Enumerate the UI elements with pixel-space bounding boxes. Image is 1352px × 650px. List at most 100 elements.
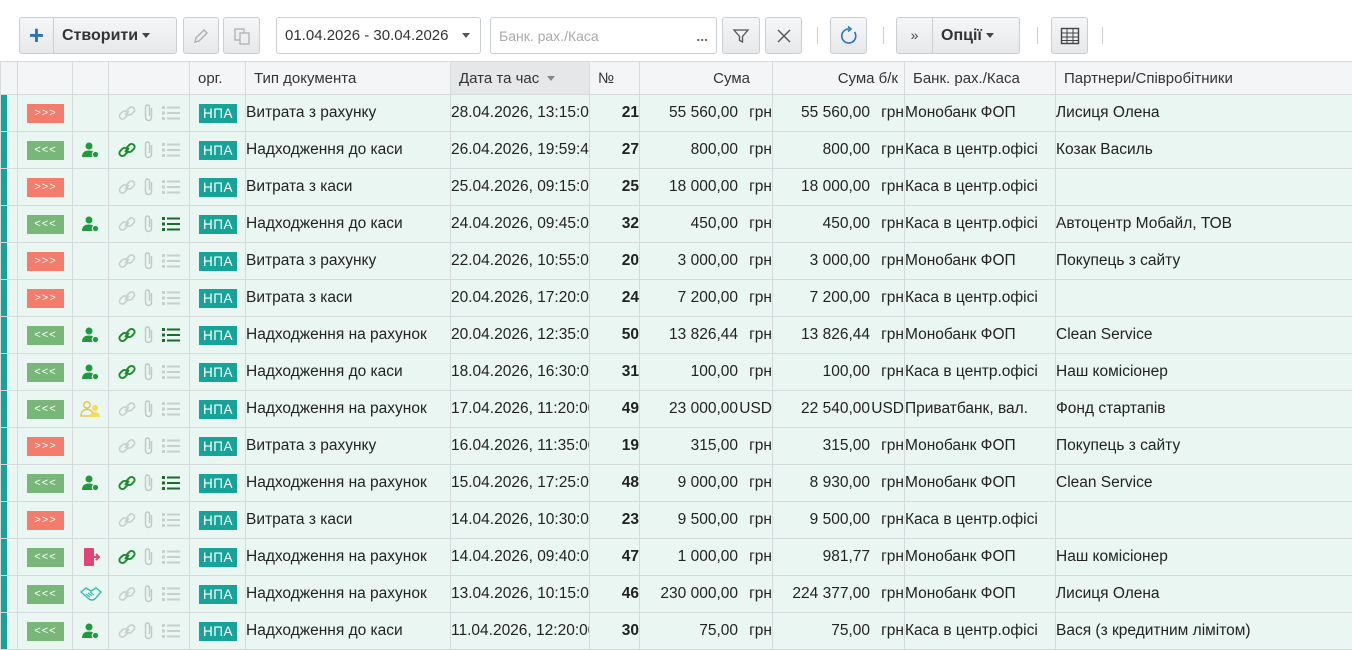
table-row[interactable]: >>>НПАВитрата з рахунку16.04.2026, 11:35… — [1, 428, 1352, 465]
col-person[interactable] — [73, 62, 109, 95]
person-cell — [73, 280, 109, 317]
col-account[interactable]: Банк. рах./Каса — [905, 62, 1056, 95]
table-row[interactable]: <<<НПАНадходження на рахунок13.04.2026, … — [1, 576, 1352, 613]
doc-number: 19 — [590, 428, 640, 465]
table-row[interactable]: >>>НПАВитрата з рахунку22.04.2026, 10:55… — [1, 243, 1352, 280]
person-icon — [81, 141, 101, 159]
date-range-select[interactable]: 01.04.2026 - 30.04.2026 — [276, 17, 481, 54]
amount-nocash-cell: 7 200,00грн — [773, 280, 905, 317]
direction-cell: <<< — [18, 613, 73, 650]
col-org[interactable]: орг. — [190, 62, 246, 95]
filter-button[interactable] — [722, 17, 760, 54]
table-row[interactable]: >>>НПАВитрата з каси20.04.2026, 17:20:00… — [1, 280, 1352, 317]
paperclip-icon — [143, 288, 155, 308]
org-badge: НПА — [199, 141, 237, 160]
row-indicator-bar — [1, 169, 7, 205]
doc-datetime: 26.04.2026, 19:59:42 — [451, 132, 590, 169]
chevron-down-icon — [142, 33, 150, 38]
direction-cell: >>> — [18, 95, 73, 132]
row-indicator-bar — [1, 391, 7, 427]
table-view-button[interactable] — [1051, 17, 1088, 54]
table-row[interactable]: >>>НПАВитрата з рахунку28.04.2026, 13:15… — [1, 95, 1352, 132]
amount-value: 9 500,00 — [678, 511, 738, 528]
amount-currency: грн — [738, 178, 772, 196]
flags-cell — [109, 539, 190, 576]
amount-currency: грн — [738, 252, 772, 270]
col-amount-nocash[interactable]: Сума б/к — [773, 62, 905, 95]
col-datetime[interactable]: Дата та час — [451, 62, 590, 95]
table-row[interactable]: <<<НПАНадходження до каси24.04.2026, 09:… — [1, 206, 1352, 243]
org-badge: НПА — [199, 363, 237, 382]
table-row[interactable]: <<<НПАНадходження до каси11.04.2026, 12:… — [1, 613, 1352, 650]
direction-badge: >>> — [27, 289, 64, 308]
direction-cell: <<< — [18, 132, 73, 169]
doc-datetime: 20.04.2026, 17:20:00 — [451, 280, 590, 317]
amount-nocash-value: 22 540,00 — [801, 400, 870, 417]
doc-number: 21 — [590, 95, 640, 132]
options-button[interactable]: » Опції — [896, 17, 1020, 54]
col-direction[interactable] — [18, 62, 73, 95]
col-number[interactable]: № — [590, 62, 640, 95]
table-row[interactable]: <<<НПАНадходження на рахунок17.04.2026, … — [1, 391, 1352, 428]
amount-nocash-value: 800,00 — [823, 141, 870, 158]
col-amount[interactable]: Сума — [640, 62, 773, 95]
doc-type: Витрата з каси — [246, 169, 451, 206]
table-row[interactable]: >>>НПАВитрата з каси25.04.2026, 09:15:00… — [1, 169, 1352, 206]
org-badge: НПА — [199, 511, 237, 530]
org-cell: НПА — [190, 280, 246, 317]
account-select[interactable]: Банк. рах./Каса ... — [490, 17, 717, 54]
create-label: Створити — [54, 27, 138, 45]
link-icon — [117, 436, 137, 456]
org-cell: НПА — [190, 206, 246, 243]
doc-number: 49 — [590, 391, 640, 428]
row-indicator — [1, 169, 18, 206]
amount-currency: грн — [738, 437, 772, 455]
direction-badge: >>> — [27, 437, 64, 456]
double-chevron-icon: » — [897, 18, 933, 53]
edit-button[interactable] — [183, 17, 219, 54]
account-browse[interactable]: ... — [696, 28, 708, 44]
flags-cell — [109, 576, 190, 613]
flags-cell — [109, 169, 190, 206]
table-row[interactable]: <<<НПАНадходження до каси26.04.2026, 19:… — [1, 132, 1352, 169]
link-icon — [117, 251, 137, 271]
paperclip-icon — [143, 547, 155, 567]
row-indicator — [1, 206, 18, 243]
table-row[interactable]: >>>НПАВитрата з каси14.04.2026, 10:30:00… — [1, 502, 1352, 539]
direction-badge: >>> — [27, 104, 64, 123]
clear-filter-button[interactable] — [765, 17, 802, 54]
doc-datetime: 14.04.2026, 10:30:00 — [451, 502, 590, 539]
col-partner[interactable]: Партнери/Співробітники — [1056, 62, 1352, 95]
org-badge: НПА — [199, 400, 237, 419]
col-flags[interactable] — [109, 62, 190, 95]
doc-datetime: 22.04.2026, 10:55:00 — [451, 243, 590, 280]
documents-table: орг. Тип документа Дата та час № Сума Су… — [0, 61, 1352, 650]
create-button[interactable]: + Створити — [19, 17, 177, 54]
amount-nocash-cell: 18 000,00грн — [773, 169, 905, 206]
amount-cell: 1 000,00грн — [640, 539, 773, 576]
row-indicator-bar — [1, 132, 7, 168]
table-row[interactable]: <<<НПАНадходження на рахунок14.04.2026, … — [1, 539, 1352, 576]
refresh-button[interactable] — [830, 17, 867, 54]
list-icon — [161, 215, 181, 233]
doc-number: 30 — [590, 613, 640, 650]
amount-nocash-value: 13 826,44 — [801, 326, 870, 343]
table-row[interactable]: <<<НПАНадходження до каси18.04.2026, 16:… — [1, 354, 1352, 391]
amount-nocash-currency: грн — [870, 141, 904, 159]
list-icon — [161, 141, 181, 159]
partner-cell: Автоцентр Мобайл, ТОВ — [1056, 206, 1352, 243]
handshake-icon — [80, 586, 102, 602]
col-type[interactable]: Тип документа — [246, 62, 451, 95]
doc-type: Надходження до каси — [246, 354, 451, 391]
amount-nocash-value: 7 200,00 — [810, 289, 870, 306]
amount-nocash-value: 18 000,00 — [801, 178, 870, 195]
amount-value: 13 826,44 — [669, 326, 738, 343]
copy-button[interactable] — [223, 17, 260, 54]
table-row[interactable]: <<<НПАНадходження на рахунок15.04.2026, … — [1, 465, 1352, 502]
person-cell — [73, 169, 109, 206]
org-badge: НПА — [199, 289, 237, 308]
table-row[interactable]: <<<НПАНадходження на рахунок20.04.2026, … — [1, 317, 1352, 354]
flags-cell — [109, 613, 190, 650]
list-icon — [161, 511, 181, 529]
person-cell — [73, 206, 109, 243]
